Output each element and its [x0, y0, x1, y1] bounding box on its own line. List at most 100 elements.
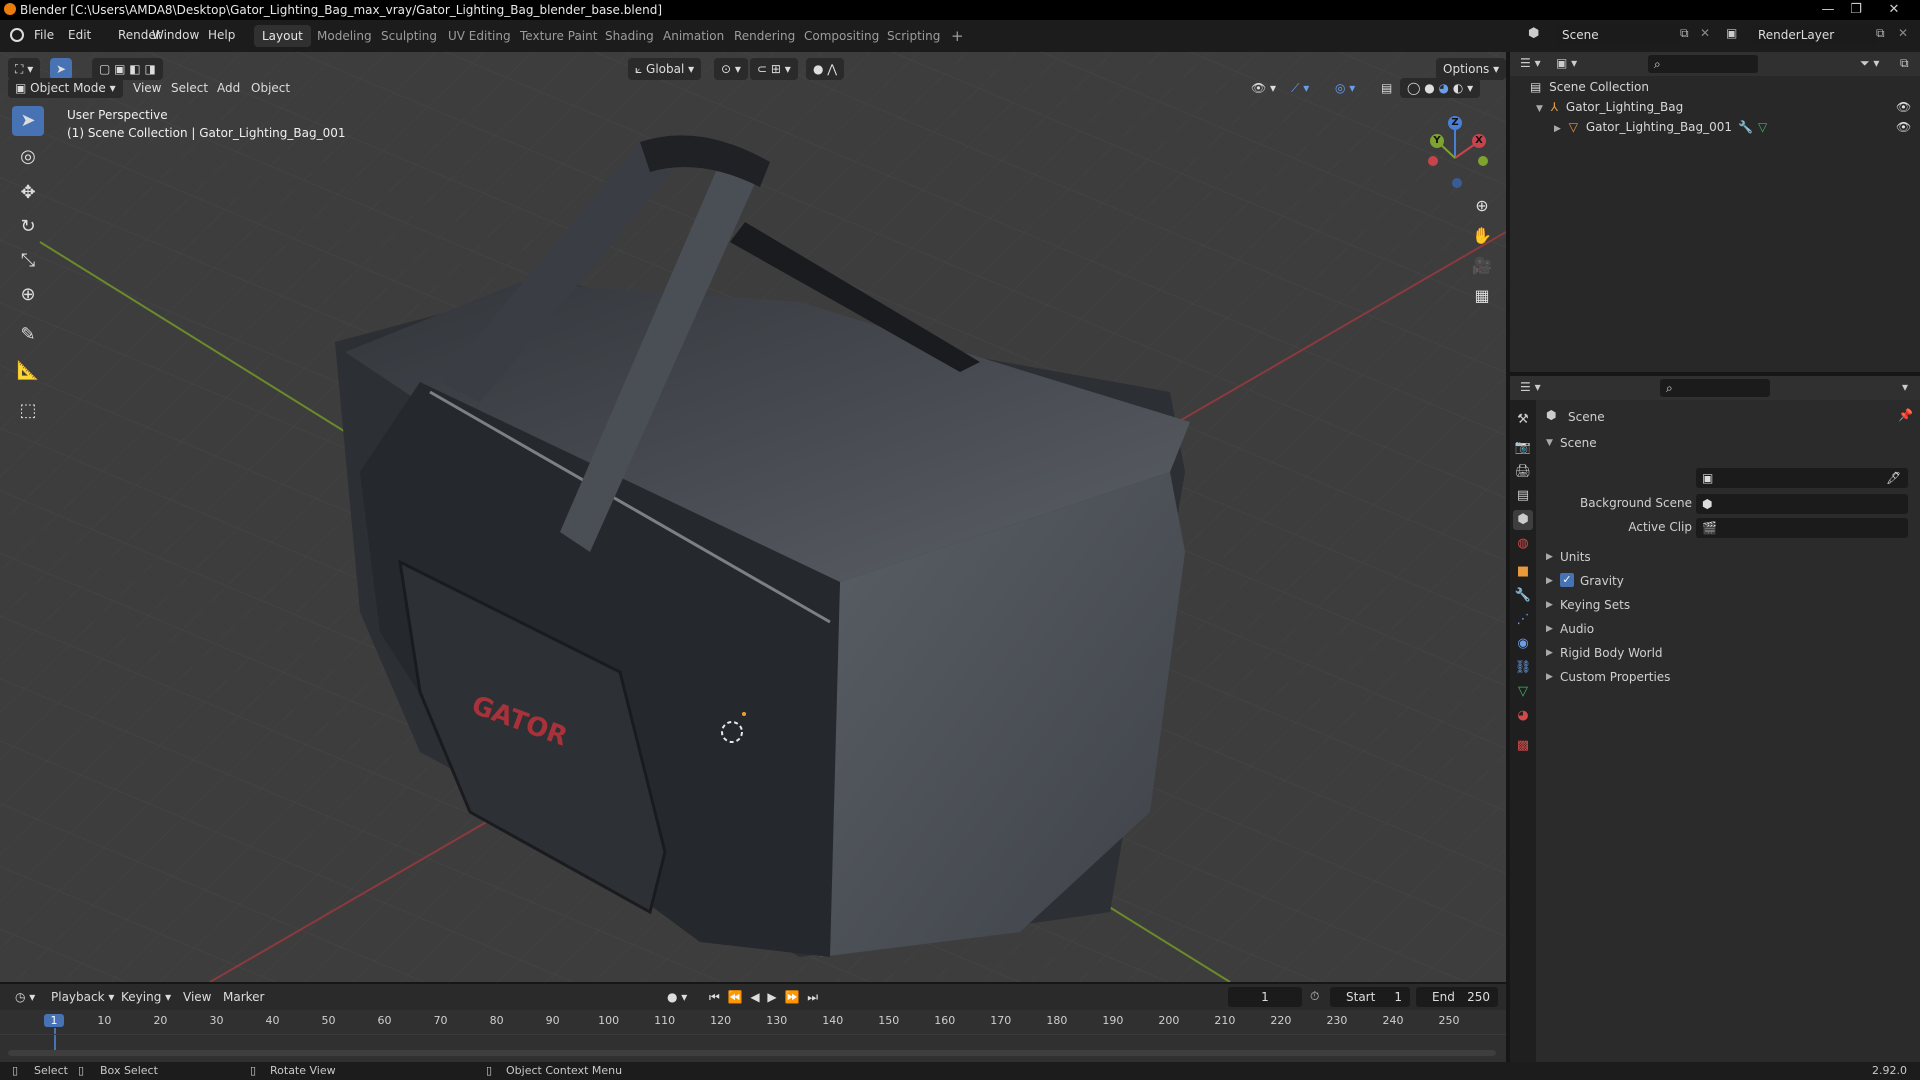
tab-compositing[interactable]: Compositing: [796, 25, 887, 47]
select-box-tool[interactable]: ➤: [12, 106, 44, 136]
expand-chevron-icon[interactable]: ▼: [1536, 104, 1543, 114]
data-tab-icon[interactable]: ▽: [1513, 682, 1533, 702]
scene-icon[interactable]: ⬢: [1528, 26, 1539, 41]
selection-mode-buttons[interactable]: ▢ ▣ ◧ ◨: [92, 58, 163, 80]
menu-file[interactable]: File: [34, 28, 54, 42]
scene-panel-header[interactable]: ▼ Scene: [1546, 434, 1916, 454]
menu-help[interactable]: Help: [208, 28, 235, 42]
tab-rendering[interactable]: Rendering: [726, 25, 803, 47]
new-collection-icon[interactable]: ⧉: [1900, 56, 1909, 71]
options-dropdown[interactable]: Options ▾: [1436, 58, 1506, 80]
delete-renderlayer-icon[interactable]: ✕: [1898, 26, 1908, 40]
3d-viewport[interactable]: GATOR ⛶ ▾ ➤ ▢ ▣ ◧ ◨ ⟀ Global ▾ ⊙ ▾ ⊂ ⊞ ▾…: [0, 52, 1506, 982]
select-tool-mode-button[interactable]: ➤: [50, 58, 72, 80]
menu-edit[interactable]: Edit: [68, 28, 91, 42]
display-mode-icon[interactable]: ▣ ▾: [1556, 56, 1577, 70]
tab-texture-paint[interactable]: Texture Paint: [512, 25, 605, 47]
gizmo-neg-z-icon[interactable]: [1452, 178, 1462, 188]
proportional-edit-dropdown[interactable]: ● ⋀: [806, 58, 845, 80]
outliner-row-gator-lighting-bag-001[interactable]: ▶ ▽ Gator_Lighting_Bag_001: [1554, 120, 1732, 134]
gizmo-x-icon[interactable]: X: [1472, 134, 1486, 148]
pan-hand-icon[interactable]: ✋: [1468, 222, 1496, 250]
object-tab-icon[interactable]: ■: [1513, 562, 1533, 582]
menu-window[interactable]: Window: [152, 28, 199, 42]
gizmo-z-icon[interactable]: Z: [1448, 116, 1462, 130]
delete-scene-icon[interactable]: ✕: [1700, 26, 1710, 40]
world-tab-icon[interactable]: ◍: [1513, 534, 1533, 554]
current-frame-marker[interactable]: 1: [44, 1014, 64, 1027]
camera-field[interactable]: ▣ 🖋: [1696, 468, 1908, 488]
mesh-data-icon[interactable]: ▽: [1758, 120, 1767, 134]
tab-scripting[interactable]: Scripting: [879, 25, 948, 47]
object-mode-dropdown[interactable]: ▣ Object Mode ▾: [8, 78, 123, 98]
custom-properties-panel-header[interactable]: ▶ Custom Properties: [1546, 668, 1916, 688]
outliner-editor-type-icon[interactable]: ☰ ▾: [1520, 56, 1541, 70]
keying-sets-panel-header[interactable]: ▶ Keying Sets: [1546, 596, 1916, 616]
visibility-eye-icon[interactable]: 👁: [1896, 120, 1911, 134]
zoom-icon[interactable]: ⊕: [1468, 192, 1496, 220]
transform-tool[interactable]: ⊕: [12, 280, 44, 310]
properties-options-chevron-icon[interactable]: ▾: [1902, 380, 1908, 394]
xray-toggle[interactable]: ▤: [1374, 78, 1399, 98]
snap-dropdown[interactable]: ⊂ ⊞ ▾: [750, 58, 798, 80]
blender-menu-icon[interactable]: [10, 28, 24, 42]
overlays-toggle[interactable]: ◎ ▾: [1328, 78, 1362, 98]
gizmo-neg-x-icon[interactable]: [1428, 156, 1438, 166]
shading-modes[interactable]: ◯ ● ◕ ◐ ▾: [1400, 78, 1481, 98]
background-scene-field[interactable]: ⬢: [1696, 494, 1908, 514]
scale-tool[interactable]: ⤡: [12, 246, 44, 276]
pivot-point-dropdown[interactable]: ⊙ ▾: [714, 58, 748, 80]
visibility-eye-icon[interactable]: 👁: [1896, 100, 1911, 114]
pin-icon[interactable]: 📌: [1898, 408, 1913, 422]
rotate-tool[interactable]: ↻: [12, 212, 44, 242]
outliner-search-input[interactable]: ⌕: [1648, 55, 1758, 73]
camera-view-icon[interactable]: 🎥: [1468, 252, 1496, 280]
measure-tool[interactable]: 📐: [12, 356, 44, 386]
particles-tab-icon[interactable]: ⋰: [1513, 610, 1533, 630]
tab-animation[interactable]: Animation: [655, 25, 732, 47]
scene-selector[interactable]: Scene: [1556, 25, 1681, 45]
gizmo-y-icon[interactable]: Y: [1430, 134, 1444, 148]
timeline-scrollbar[interactable]: [8, 1050, 1496, 1056]
editor-type-button[interactable]: ⛶ ▾: [8, 58, 41, 80]
material-tab-icon[interactable]: ◕: [1513, 706, 1533, 726]
menu-object[interactable]: Object: [244, 78, 297, 98]
rigid-body-world-panel-header[interactable]: ▶ Rigid Body World: [1546, 644, 1916, 664]
physics-tab-icon[interactable]: ◉: [1513, 634, 1533, 654]
outliner-row-gator-lighting-bag[interactable]: ▼ ⅄ Gator_Lighting_Bag: [1536, 100, 1683, 114]
active-clip-field[interactable]: 🎬: [1696, 518, 1908, 538]
annotate-tool[interactable]: ✎: [12, 320, 44, 350]
view-layer-tab-icon[interactable]: ▤: [1513, 486, 1533, 506]
maximize-button[interactable]: ❐: [1842, 0, 1870, 20]
tab-layout[interactable]: Layout: [254, 25, 311, 47]
transform-orientation-dropdown[interactable]: ⟀ Global ▾: [628, 58, 702, 80]
modifier-wrench-icon[interactable]: 🔧: [1738, 120, 1753, 134]
constraints-tab-icon[interactable]: ⛓: [1513, 658, 1533, 678]
navigation-gizmo[interactable]: Z X Y: [1420, 112, 1500, 192]
menu-select[interactable]: Select: [164, 78, 215, 98]
tab-shading[interactable]: Shading: [597, 25, 662, 47]
collapse-chevron-icon[interactable]: ▶: [1554, 124, 1561, 134]
minimize-button[interactable]: —: [1814, 0, 1842, 20]
gizmo-neg-y-icon[interactable]: [1478, 156, 1488, 166]
texture-tab-icon[interactable]: ▩: [1513, 736, 1533, 756]
add-workspace-button[interactable]: +: [943, 25, 972, 47]
move-tool[interactable]: ✥: [12, 178, 44, 208]
new-renderlayer-icon[interactable]: ⧉: [1876, 26, 1885, 41]
tool-tab-icon[interactable]: ⚒: [1513, 410, 1533, 430]
new-scene-icon[interactable]: ⧉: [1680, 26, 1689, 41]
menu-view[interactable]: View: [126, 78, 168, 98]
filter-icon[interactable]: ⏷ ▾: [1860, 56, 1879, 71]
tab-sculpting[interactable]: Sculpting: [373, 25, 445, 47]
visibility-dropdown[interactable]: 👁 ▾: [1244, 78, 1283, 98]
gizmo-toggle[interactable]: ⟋ ▾: [1284, 78, 1316, 98]
renderlayer-icon[interactable]: ▣: [1726, 26, 1737, 40]
properties-search-input[interactable]: ⌕: [1660, 379, 1770, 397]
tab-modeling[interactable]: Modeling: [309, 25, 380, 47]
renderlayer-selector[interactable]: RenderLayer: [1752, 25, 1877, 45]
scene-tab-icon[interactable]: ⬢: [1513, 510, 1533, 530]
properties-editor-type-icon[interactable]: ☰ ▾: [1520, 380, 1541, 394]
audio-panel-header[interactable]: ▶ Audio: [1546, 620, 1916, 640]
modifiers-tab-icon[interactable]: 🔧: [1513, 586, 1533, 606]
cursor-tool[interactable]: ◎: [12, 142, 44, 172]
